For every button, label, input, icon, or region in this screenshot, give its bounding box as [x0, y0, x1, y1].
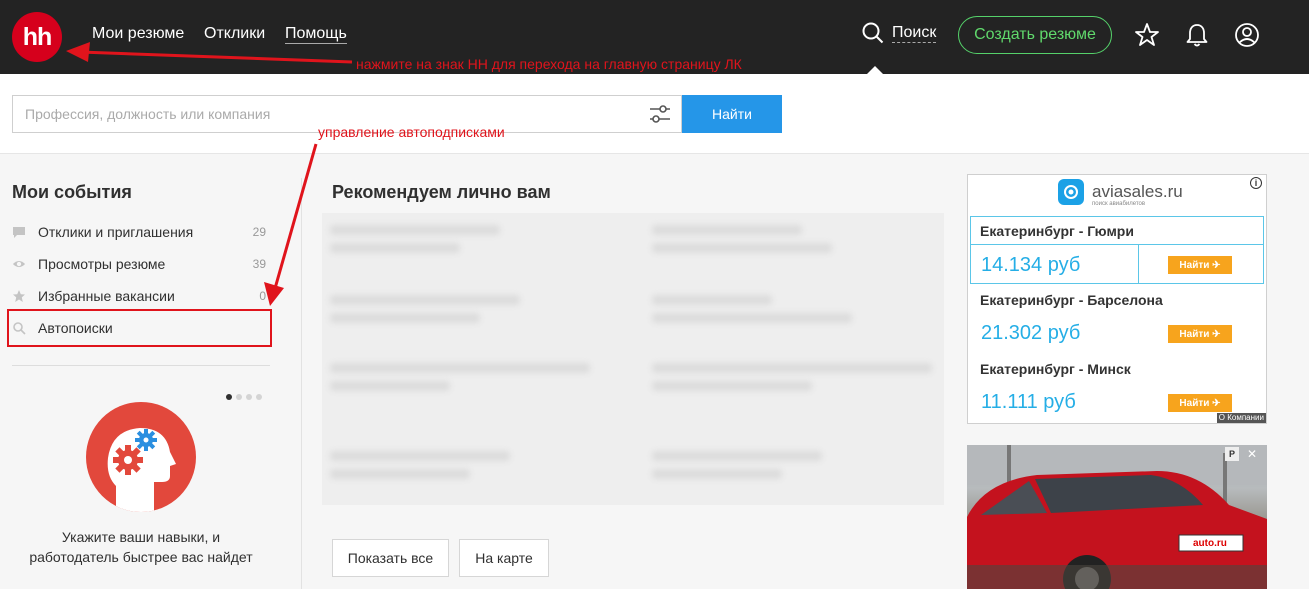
hh-logo[interactable]: hh [12, 12, 62, 62]
event-label: Избранные вакансии [38, 288, 175, 304]
event-responses-invitations[interactable]: Отклики и приглашения 29 [12, 220, 268, 244]
blurred-line [652, 313, 852, 323]
carousel-dot[interactable] [246, 394, 252, 400]
blurred-line [652, 451, 822, 461]
carousel-dots[interactable] [226, 394, 262, 400]
event-count: 39 [252, 257, 266, 271]
blurred-line [330, 295, 520, 305]
promo-line-1: Укажите ваши навыки, и [61, 529, 221, 545]
nav-my-resumes[interactable]: Мои резюме [92, 25, 184, 43]
skills-promo-illustration [86, 402, 196, 512]
offer-price: 14.134 руб [981, 254, 1081, 276]
logo-annotation-text: нажмите на знак НН для перехода на главн… [356, 56, 742, 72]
star-icon [12, 289, 26, 303]
blurred-line [330, 243, 460, 253]
event-label: Просмотры резюме [38, 256, 166, 272]
carousel-dot-active[interactable] [226, 394, 232, 400]
aviasales-brand: aviasales.ru [1092, 182, 1183, 201]
aviasales-tagline: поиск авиабилетов [1092, 201, 1146, 207]
nav-responses[interactable]: Отклики [204, 25, 265, 43]
offer-price: 11.111 руб [981, 391, 1076, 413]
carousel-dot[interactable] [256, 394, 262, 400]
header-search-link[interactable]: Поиск [862, 22, 937, 44]
offer-find-button[interactable]: Найти ✈ [1168, 256, 1232, 274]
recommended-vacancies-blurred [322, 213, 944, 505]
blurred-line [330, 451, 510, 461]
event-count: 29 [252, 225, 266, 239]
filter-settings-icon[interactable] [648, 103, 672, 125]
column-divider [301, 178, 302, 589]
left-divider [12, 365, 270, 366]
blurred-line [330, 225, 500, 235]
search-icon [862, 22, 884, 44]
on-map-button[interactable]: На карте [459, 539, 549, 577]
my-events-heading: Мои события [12, 182, 132, 202]
create-resume-button[interactable]: Создать резюме [958, 16, 1112, 54]
eye-icon [12, 257, 26, 271]
offer-box-separator [1138, 244, 1139, 284]
star-icon[interactable] [1134, 22, 1160, 48]
aviasales-logo[interactable]: aviasales.ru поиск авиабилетов [1058, 179, 1183, 207]
blurred-line [330, 381, 450, 391]
carousel-dot[interactable] [236, 394, 242, 400]
skills-promo-text: Укажите ваши навыки, и работодатель быст… [12, 527, 270, 567]
nav-help[interactable]: Помощь [285, 25, 347, 44]
offer-route: Екатеринбург - Гюмри [980, 223, 1134, 239]
autosearch-annotation-text: управление автоподписками [318, 124, 505, 140]
logo-text: hh [22, 22, 53, 51]
license-plate-text: auto.ru [1193, 538, 1227, 549]
user-icon[interactable] [1234, 22, 1260, 48]
offer-box-separator [971, 244, 1263, 245]
event-count: 0 [259, 289, 266, 303]
blurred-line [652, 469, 782, 479]
bell-icon[interactable] [1184, 22, 1210, 48]
ad-info-icon[interactable]: i [1250, 177, 1262, 189]
blurred-line [652, 243, 832, 253]
event-label: Отклики и приглашения [38, 224, 194, 240]
ad-badge: P [1225, 447, 1239, 461]
event-resume-views[interactable]: Просмотры резюме 39 [12, 252, 268, 276]
blurred-line [652, 381, 812, 391]
arrow-to-autosearch [264, 143, 318, 306]
chat-icon [12, 225, 26, 239]
ad-about-company[interactable]: О Компании [1216, 413, 1266, 423]
blurred-line [330, 313, 480, 323]
close-icon[interactable]: ✕ [1245, 447, 1259, 461]
offer-route: Екатеринбург - Барселона [980, 292, 1163, 308]
car-ad-banner[interactable]: auto.ru P ✕ [967, 445, 1267, 589]
recommended-heading: Рекомендуем лично вам [332, 182, 551, 202]
head-gears-icon [107, 428, 176, 512]
offer-find-button[interactable]: Найти ✈ [1168, 325, 1232, 343]
blurred-line [330, 363, 590, 373]
blurred-line [652, 363, 932, 373]
search-strip: Найти [0, 74, 1309, 154]
find-button[interactable]: Найти [682, 95, 782, 133]
autosearch-highlight-box [7, 309, 272, 347]
offer-find-button[interactable]: Найти ✈ [1168, 394, 1232, 412]
red-car-image [967, 445, 1267, 589]
blurred-line [652, 295, 772, 305]
offer-price: 21.302 руб [981, 322, 1081, 344]
aviasales-ad-banner[interactable]: aviasales.ru поиск авиабилетов i Екатери… [967, 174, 1267, 424]
offer-route: Екатеринбург - Минск [980, 361, 1131, 377]
event-favorite-vacancies[interactable]: Избранные вакансии 0 [12, 284, 268, 308]
promo-line-2: работодатель быстрее вас найдет [29, 549, 253, 565]
aviasales-mark-icon [1058, 179, 1084, 205]
blurred-line [330, 469, 470, 479]
search-pointer-notch [867, 66, 883, 74]
blurred-line [652, 225, 802, 235]
show-all-button[interactable]: Показать все [332, 539, 449, 577]
search-label: Поиск [892, 23, 937, 43]
